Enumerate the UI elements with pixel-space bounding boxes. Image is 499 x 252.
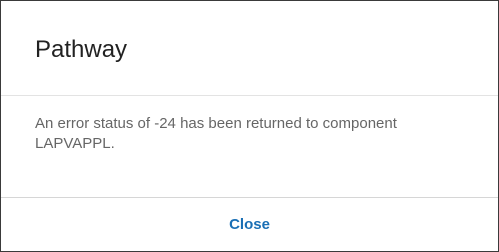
error-message: An error status of -24 has been returned… (35, 115, 397, 152)
dialog-footer: Close (1, 198, 498, 251)
dialog-header: Pathway (1, 1, 498, 96)
dialog-title: Pathway (35, 36, 128, 63)
close-button[interactable]: Close (217, 210, 282, 239)
dialog-body: An error status of -24 has been returned… (1, 96, 498, 198)
error-dialog: Pathway An error status of -24 has been … (0, 0, 499, 252)
